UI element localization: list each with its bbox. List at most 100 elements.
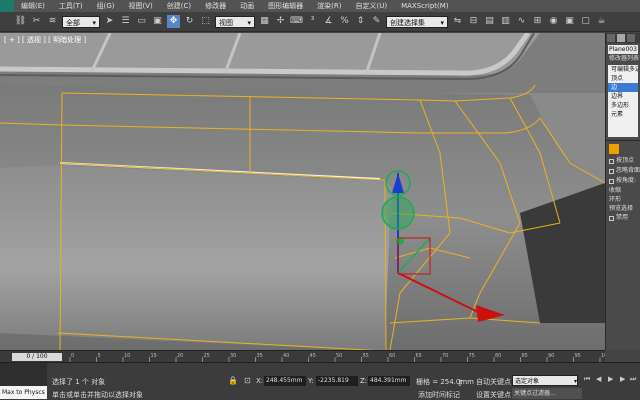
shrink-button[interactable]: 收缩 bbox=[606, 186, 640, 195]
modifier-list-label[interactable]: 修改器列表 bbox=[606, 54, 640, 63]
render-setup-icon[interactable]: ▣ bbox=[563, 15, 576, 28]
by-vertex-checkbox[interactable]: 按顶点 bbox=[606, 156, 640, 166]
graphite-ribbon-icon[interactable]: ▥ bbox=[499, 15, 512, 28]
time-slider[interactable]: 0 / 100 bbox=[12, 353, 62, 361]
reference-coord-value: 视图 bbox=[219, 18, 233, 27]
menu-customize[interactable]: 自定义(U) bbox=[348, 1, 394, 11]
mirror-icon[interactable]: ⇋ bbox=[451, 15, 464, 28]
unlink-icon[interactable]: ✂ bbox=[30, 15, 43, 28]
chevron-down-icon: ▾ bbox=[92, 18, 96, 27]
menu-create[interactable]: 创建(C) bbox=[160, 1, 198, 11]
select-by-name-icon[interactable]: ☰ bbox=[119, 15, 132, 28]
menu-animation[interactable]: 动画 bbox=[233, 1, 261, 11]
viewport-label[interactable]: [ + ] [ 透视 ] [ 明暗处理 ] bbox=[4, 35, 86, 45]
bind-spacewarp-icon[interactable]: ≋ bbox=[46, 15, 59, 28]
divider bbox=[606, 140, 640, 141]
app-icon[interactable] bbox=[0, 0, 14, 12]
go-to-start-icon[interactable]: ⏮ bbox=[584, 375, 590, 384]
material-editor-icon[interactable]: ◉ bbox=[547, 15, 560, 28]
object-name-field[interactable]: Plane003 bbox=[608, 45, 638, 54]
window-crossing-icon[interactable]: ▣ bbox=[151, 15, 164, 28]
timeline-tick-label: 45 bbox=[310, 353, 316, 359]
stack-row-selected[interactable]: 边 bbox=[608, 83, 638, 92]
select-move-icon[interactable]: ✥ bbox=[167, 15, 180, 28]
set-key-button[interactable]: 设置关键点 bbox=[476, 390, 511, 400]
auto-key-button[interactable]: 自动关键点 bbox=[476, 377, 511, 387]
menu-edit[interactable]: 编辑(E) bbox=[14, 1, 52, 11]
previous-frame-icon[interactable]: ◀ bbox=[596, 375, 601, 383]
modify-tab-icon[interactable] bbox=[617, 34, 625, 42]
timeline-tick-label: 90 bbox=[548, 353, 554, 359]
ignore-backfacing-checkbox[interactable]: 忽略背面 bbox=[606, 166, 640, 176]
absolute-mode-icon[interactable]: ⊡ bbox=[244, 376, 251, 385]
menu-views[interactable]: 视图(V) bbox=[122, 1, 160, 11]
stack-row[interactable]: 元素 bbox=[608, 110, 638, 119]
percent-snap-icon[interactable]: % bbox=[338, 15, 351, 28]
render-icon[interactable]: ☕ bbox=[595, 15, 608, 28]
named-selection-dropdown[interactable]: 创建选择集 ▾ bbox=[386, 15, 448, 28]
by-angle-checkbox[interactable]: 按角度: bbox=[606, 176, 640, 186]
timeline-tick-label: 25 bbox=[204, 353, 210, 359]
lock-selection-icon[interactable]: 🔒 bbox=[228, 376, 238, 385]
curve-editor-icon[interactable]: ∿ bbox=[515, 15, 528, 28]
radio-label: 禁用 bbox=[616, 214, 629, 221]
menu-group[interactable]: 组(G) bbox=[90, 1, 122, 11]
selection-filter-dropdown[interactable]: 全部 ▾ bbox=[62, 15, 100, 28]
layer-manager-icon[interactable]: ▤ bbox=[483, 15, 496, 28]
key-mode-dropdown[interactable]: 选定对象 ▾ bbox=[512, 375, 578, 386]
play-icon[interactable]: ▶ bbox=[608, 375, 613, 383]
keyboard-shortcut-icon[interactable]: ⌨ bbox=[290, 15, 303, 28]
maxscript-input[interactable]: Max to Physcs bbox=[0, 386, 47, 399]
command-panel-tabs bbox=[606, 33, 640, 43]
go-to-end-icon[interactable]: ⏭ bbox=[630, 375, 636, 384]
stack-row[interactable]: 顶点 bbox=[608, 74, 638, 83]
checkbox-box bbox=[609, 158, 614, 164]
timeline-tick-label: 40 bbox=[283, 353, 289, 359]
checkbox-label: 按顶点 bbox=[616, 157, 635, 164]
chevron-down-icon: ▾ bbox=[573, 378, 577, 385]
key-icon[interactable]: ⚷ bbox=[457, 378, 463, 387]
y-coordinate-field[interactable]: -2235.819 bbox=[316, 376, 358, 386]
menu-graph-editors[interactable]: 图形编辑器 bbox=[261, 1, 310, 11]
pivot-center-icon[interactable]: ▦ bbox=[258, 15, 271, 28]
rendered-frame-icon[interactable]: ▢ bbox=[579, 15, 592, 28]
bumper-panel bbox=[0, 165, 394, 350]
key-filters-button[interactable]: 关键点过滤器... bbox=[512, 388, 582, 399]
snap-icon[interactable]: ³ bbox=[306, 15, 319, 28]
stack-row[interactable]: 边界 bbox=[608, 92, 638, 101]
edge-subobject-button[interactable] bbox=[609, 144, 619, 154]
menu-modifiers[interactable]: 修改器 bbox=[198, 1, 233, 11]
select-scale-icon[interactable]: ⬚ bbox=[199, 15, 212, 28]
perspective-viewport[interactable]: [ + ] [ 透视 ] [ 明暗处理 ] bbox=[0, 33, 605, 350]
next-frame-icon[interactable]: ▶ bbox=[620, 375, 625, 383]
angle-snap-icon[interactable]: ∡ bbox=[322, 15, 335, 28]
timeline-tick-label: 55 bbox=[363, 353, 369, 359]
ring-button[interactable]: 环形 bbox=[606, 195, 640, 204]
reference-coordinate-dropdown[interactable]: 视图 ▾ bbox=[215, 15, 255, 28]
spinner-snap-icon[interactable]: ⇕ bbox=[354, 15, 367, 28]
select-object-icon[interactable]: ➤ bbox=[103, 15, 116, 28]
link-icon[interactable]: ⛓ bbox=[14, 15, 27, 28]
select-rotate-icon[interactable]: ↻ bbox=[183, 15, 196, 28]
create-tab-icon[interactable] bbox=[607, 34, 615, 42]
x-coordinate-field[interactable]: 248.455mm bbox=[264, 376, 306, 386]
maxscript-listener-mini[interactable] bbox=[0, 363, 47, 386]
menu-tools[interactable]: 工具(T) bbox=[52, 1, 90, 11]
timeline[interactable]: 0 5 10 15 20 25 30 35 40 45 50 55 60 65 70 75 80 85 90 95 1 0… bbox=[0, 350, 605, 363]
z-coordinate-field[interactable]: 484.391mm bbox=[368, 376, 410, 386]
preview-disabled-radio[interactable]: 禁用 bbox=[606, 213, 640, 223]
main-toolbar: ⛓ ✂ ≋ 全部 ▾ ➤ ☰ ▭ ▣ ✥ ↻ ⬚ 视图 ▾ ▦ ✢ ⌨ ³ ∡ … bbox=[0, 12, 640, 32]
stack-row[interactable]: 多边形 bbox=[608, 101, 638, 110]
edit-named-selection-icon[interactable]: ✎ bbox=[370, 15, 383, 28]
manipulate-icon[interactable]: ✢ bbox=[274, 15, 287, 28]
menu-rendering[interactable]: 渲染(R) bbox=[310, 1, 348, 11]
menu-maxscript[interactable]: MAXScript(M) bbox=[394, 2, 455, 10]
rectangle-selection-icon[interactable]: ▭ bbox=[135, 15, 148, 28]
timeline-tick-label: 85 bbox=[522, 353, 528, 359]
align-icon[interactable]: ⊟ bbox=[467, 15, 480, 28]
add-time-tag-button[interactable]: 添加时间标记 bbox=[418, 390, 460, 400]
stack-row[interactable]: 可编辑多边形 bbox=[608, 65, 638, 74]
key-mode-value: 选定对象 bbox=[515, 378, 540, 385]
hierarchy-tab-icon[interactable] bbox=[627, 34, 635, 42]
schematic-view-icon[interactable]: ⊞ bbox=[531, 15, 544, 28]
